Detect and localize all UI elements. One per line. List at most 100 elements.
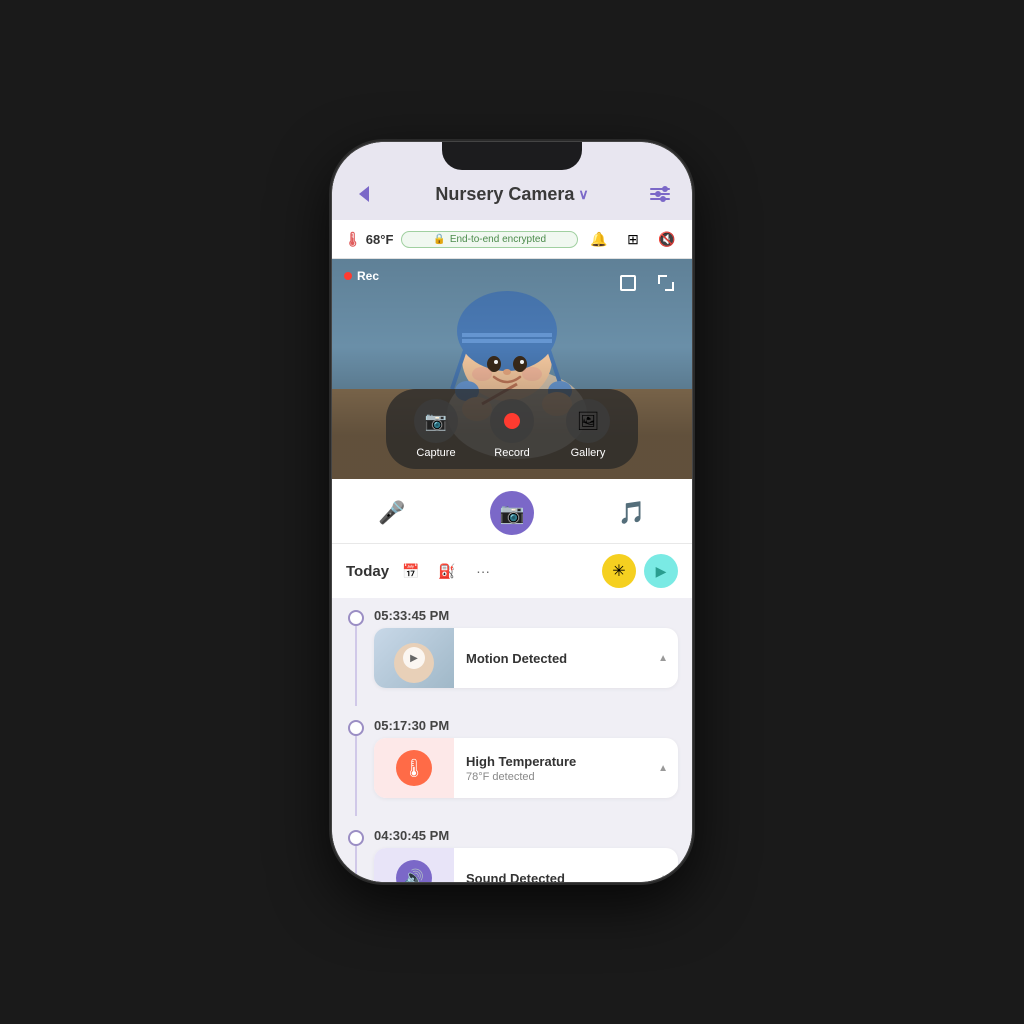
event-right: 05:33:45 PM ▶ Motion Detected ▲ — [374, 608, 678, 688]
capture-label: Capture — [416, 447, 455, 459]
status-bar: 🌡 68°F 🔒 End-to-end encrypted 🔔 ⊞ 🔇 — [332, 220, 692, 259]
event-title: Sound Detected — [466, 871, 646, 883]
gallery-label: Gallery — [571, 447, 606, 459]
header-title: Nursery Camera ∨ — [435, 184, 588, 205]
capture-icon-circle: 📷 — [414, 399, 458, 443]
fullscreen-icon — [658, 275, 674, 291]
event-line — [355, 846, 357, 882]
event-subtitle: 78°F detected — [466, 771, 646, 783]
event-time: 05:33:45 PM — [374, 608, 678, 623]
encryption-badge: 🔒 End-to-end encrypted — [401, 231, 578, 248]
video-container: Rec 📷 Capt — [332, 259, 692, 479]
event-card-temp[interactable]: 🌡 High Temperature 78°F detected ▲ — [374, 738, 678, 798]
event-title: Motion Detected — [466, 651, 646, 666]
event-dot-icon — [348, 830, 364, 846]
event-thumbnail-motion: ▶ — [374, 628, 454, 688]
bell-button[interactable]: 🔔 — [586, 226, 612, 252]
camera-icon: 📷 — [500, 501, 525, 526]
slider-line-1 — [650, 188, 670, 190]
page-title: Nursery Camera — [435, 184, 574, 205]
capture-icon: 📷 — [425, 411, 447, 432]
grid-button[interactable]: ⊞ — [620, 226, 646, 252]
temperature-value: 68°F — [366, 232, 394, 247]
slider-line-2 — [650, 193, 670, 195]
event-line — [355, 736, 357, 816]
event-time: 05:17:30 PM — [374, 718, 678, 733]
sound-alert-icon: 🔊 — [396, 860, 432, 882]
back-button[interactable] — [348, 178, 380, 210]
rec-label: Rec — [357, 269, 379, 283]
back-chevron-icon — [359, 186, 369, 202]
event-card-motion[interactable]: ▶ Motion Detected ▲ — [374, 628, 678, 688]
event-arrow-icon: ▲ — [658, 873, 678, 883]
thumb-play-icon: ▶ — [403, 647, 425, 669]
capture-button[interactable]: 📷 Capture — [406, 399, 466, 459]
event-timeline-col — [346, 828, 366, 882]
event-info: High Temperature 78°F detected — [454, 746, 658, 791]
event-thumbnail-sound: 🔊 — [374, 848, 454, 882]
fullscreen-button[interactable] — [652, 269, 680, 297]
rec-badge: Rec — [344, 269, 379, 283]
calendar-filter-button[interactable]: 📅 — [397, 557, 425, 585]
mute-button[interactable]: 🔇 — [654, 226, 680, 252]
temperature-display: 🌡 68°F — [344, 231, 393, 248]
filter-button[interactable]: ⛽ — [433, 557, 461, 585]
gallery-icon: 🖼 — [577, 411, 600, 432]
event-arrow-icon: ▲ — [658, 763, 678, 774]
gallery-button[interactable]: 🖼 Gallery — [558, 399, 618, 459]
event-timeline-col — [346, 608, 366, 706]
record-button[interactable]: Record — [482, 399, 542, 459]
rec-dot-icon — [344, 272, 352, 280]
pip-icon — [620, 275, 636, 291]
event-dot-icon — [348, 720, 364, 736]
event-line — [355, 626, 357, 706]
record-icon-circle — [490, 399, 534, 443]
notch — [442, 142, 582, 170]
sliders-icon — [650, 188, 670, 200]
phone-shell: Nursery Camera ∨ 🌡 68°F — [332, 142, 692, 882]
event-arrow-icon: ▲ — [658, 653, 678, 664]
temp-alert-icon: 🌡 — [396, 750, 432, 786]
pip-button[interactable] — [614, 269, 642, 297]
event-thumbnail-temp: 🌡 — [374, 738, 454, 798]
event-info: Sound Detected — [454, 863, 658, 883]
play-all-button[interactable]: ▶ — [644, 554, 678, 588]
music-icon: 🎵 — [618, 500, 645, 526]
settings-button[interactable] — [644, 178, 676, 210]
more-button[interactable]: ··· — [469, 557, 497, 585]
event-time: 04:30:45 PM — [374, 828, 678, 843]
event-item: 05:17:30 PM 🌡 High Temperature 78°F dete… — [332, 712, 692, 822]
gallery-icon-circle: 🖼 — [566, 399, 610, 443]
event-title: High Temperature — [466, 754, 646, 769]
record-dot-icon — [504, 413, 520, 429]
video-actions: 📷 Capture Record 🖼 Galle — [386, 389, 638, 469]
bottom-controls: 🎤 📷 🎵 — [332, 479, 692, 544]
microphone-icon: 🎤 — [378, 500, 405, 526]
lock-icon: 🔒 — [433, 234, 445, 245]
phone-screen: Nursery Camera ∨ 🌡 68°F — [332, 142, 692, 882]
event-right: 05:17:30 PM 🌡 High Temperature 78°F dete… — [374, 718, 678, 798]
encryption-text: End-to-end encrypted — [450, 234, 546, 245]
music-button[interactable]: 🎵 — [610, 491, 654, 535]
microphone-button[interactable]: 🎤 — [370, 491, 414, 535]
thermometer-icon: 🌡 — [344, 231, 362, 248]
slider-line-3 — [650, 198, 670, 200]
status-icons: 🔔 ⊞ 🔇 — [586, 226, 680, 252]
title-dropdown-icon[interactable]: ∨ — [578, 186, 588, 203]
camera-button[interactable]: 📷 — [490, 491, 534, 535]
video-top-controls — [614, 269, 680, 297]
sun-mode-button[interactable]: ✳ — [602, 554, 636, 588]
event-card-sound[interactable]: 🔊 Sound Detected ▲ — [374, 848, 678, 882]
event-right: 04:30:45 PM 🔊 Sound Detected ▲ — [374, 828, 678, 882]
event-item: 05:33:45 PM ▶ Motion Detected ▲ — [332, 602, 692, 712]
today-label: Today — [346, 563, 389, 580]
timeline-right-controls: ✳ ▶ — [602, 554, 678, 588]
screen-content: Nursery Camera ∨ 🌡 68°F — [332, 142, 692, 882]
timeline-header: Today 📅 ⛽ ··· ✳ ▶ — [332, 544, 692, 598]
event-dot-icon — [348, 610, 364, 626]
event-item: 04:30:45 PM 🔊 Sound Detected ▲ — [332, 822, 692, 882]
event-info: Motion Detected — [454, 643, 658, 674]
events-list: 05:33:45 PM ▶ Motion Detected ▲ — [332, 598, 692, 882]
record-label: Record — [494, 447, 529, 459]
event-timeline-col — [346, 718, 366, 816]
